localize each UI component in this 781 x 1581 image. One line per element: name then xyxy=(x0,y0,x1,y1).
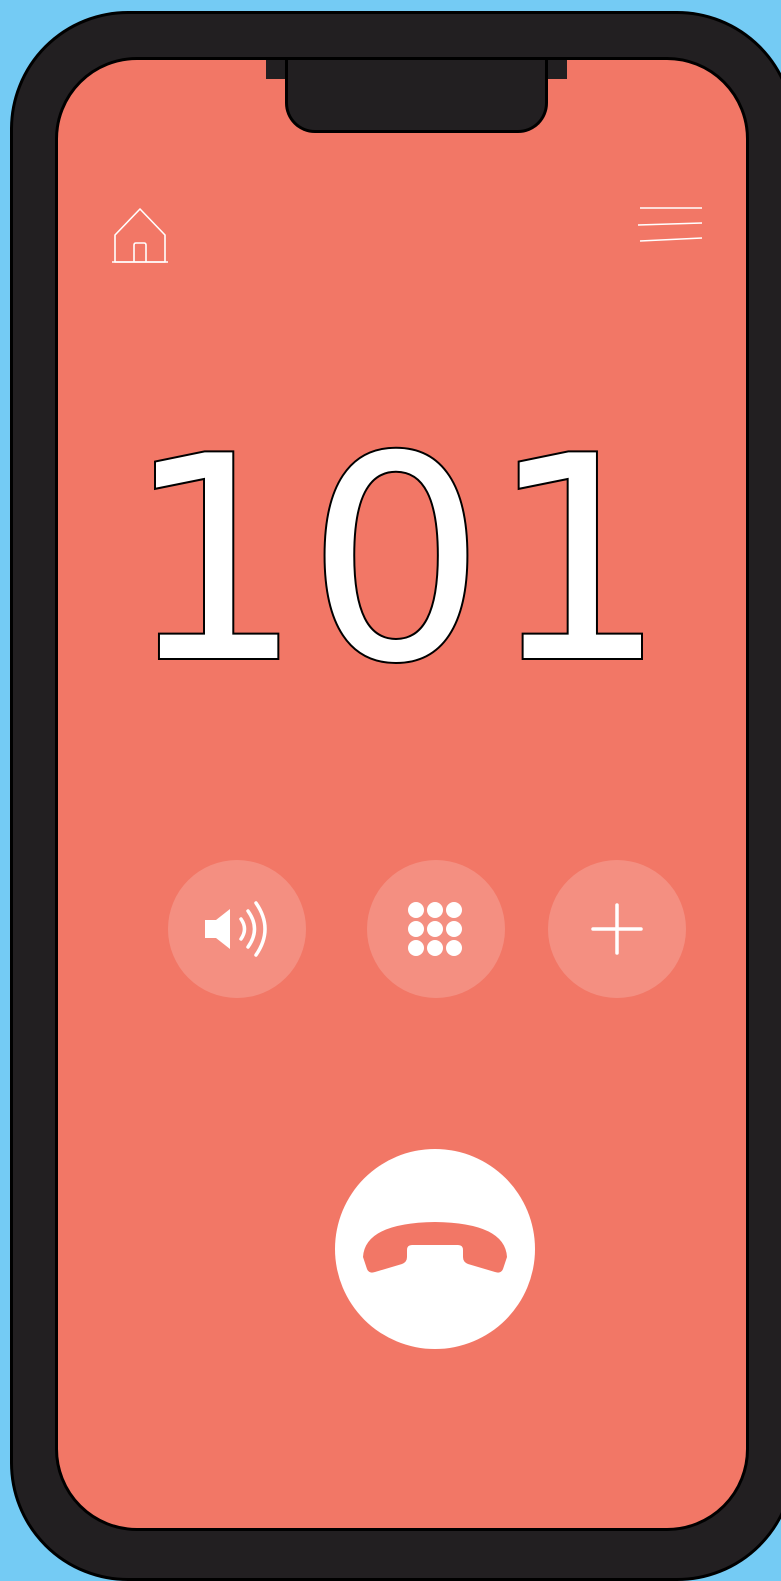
add-call-icon xyxy=(591,903,643,955)
menu-button[interactable] xyxy=(636,204,704,244)
home-button[interactable] xyxy=(112,205,170,267)
notch xyxy=(285,60,548,133)
speaker-button[interactable] xyxy=(168,860,306,998)
home-icon xyxy=(112,208,168,263)
dialed-number-display: 101 xyxy=(58,420,746,680)
end-call-button[interactable] xyxy=(335,1149,535,1349)
speaker-icon xyxy=(205,901,267,957)
hamburger-menu-icon xyxy=(637,207,703,242)
call-screen: 101 xyxy=(55,57,749,1531)
notch-ear-right xyxy=(545,60,567,79)
keypad-button[interactable] xyxy=(367,860,505,998)
dialed-number: 101 xyxy=(125,420,670,680)
add-call-button[interactable] xyxy=(548,860,686,998)
keypad-icon xyxy=(408,902,462,956)
hang-up-phone-icon xyxy=(363,1222,507,1273)
